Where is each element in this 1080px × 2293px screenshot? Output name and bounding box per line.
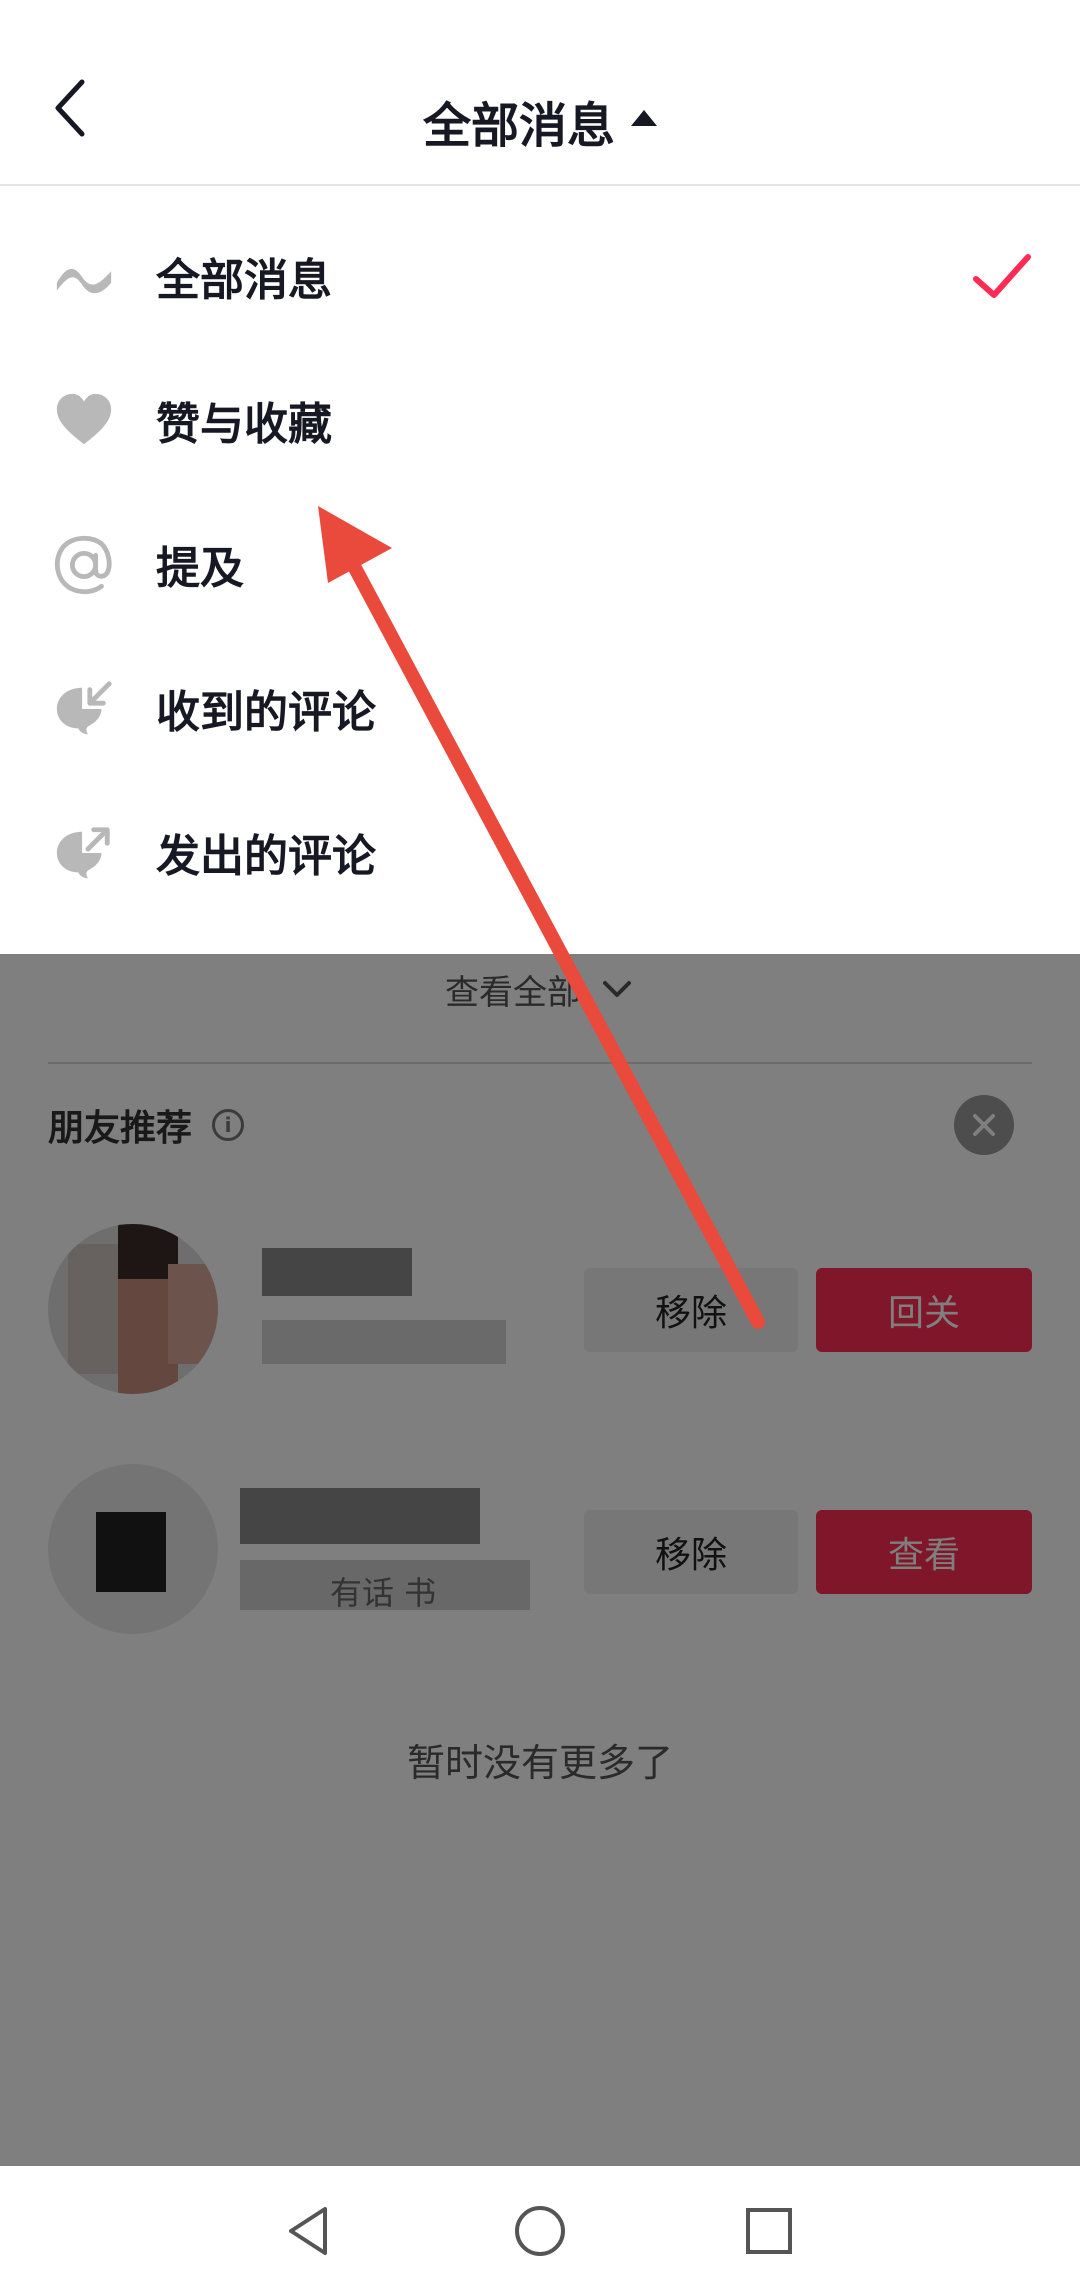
nav-home-button[interactable]	[505, 2196, 575, 2266]
square-recents-icon	[746, 2208, 792, 2254]
check-icon	[973, 254, 1031, 298]
menu-item-label: 发出的评论	[156, 831, 376, 882]
menu-item-label: 提及	[156, 543, 244, 594]
comment-received-icon	[52, 677, 116, 741]
menu-item-label: 全部消息	[156, 255, 332, 306]
menu-item-all-messages[interactable]: 全部消息	[0, 211, 1080, 355]
menu-item-mentions[interactable]: 提及	[0, 499, 1080, 643]
menu-item-likes-favorites[interactable]: 赞与收藏	[0, 355, 1080, 499]
at-icon	[52, 533, 116, 597]
menu-item-label: 赞与收藏	[156, 399, 332, 450]
system-nav-bar	[0, 2166, 1080, 2293]
title-dropdown[interactable]: 全部消息	[0, 86, 1080, 156]
page-title: 全部消息	[422, 98, 615, 154]
heart-icon	[52, 389, 116, 453]
comment-sent-icon	[52, 821, 116, 885]
nav-back-button[interactable]	[274, 2196, 344, 2266]
menu-item-sent-comments[interactable]: 发出的评论	[0, 787, 1080, 931]
caret-up-icon	[631, 110, 657, 126]
menu-item-received-comments[interactable]: 收到的评论	[0, 643, 1080, 787]
dim-overlay[interactable]	[0, 954, 1080, 2166]
menu-item-label: 收到的评论	[156, 687, 376, 738]
triangle-back-icon	[289, 2207, 327, 2255]
wave-icon	[52, 245, 116, 309]
nav-recents-button[interactable]	[734, 2196, 804, 2266]
status-bar	[0, 0, 1080, 16]
header: 全部消息	[0, 16, 1080, 184]
circle-home-icon	[515, 2206, 565, 2256]
message-filter-menu: 全部消息 赞与收藏 提及 收到的评论 发出的评论	[0, 186, 1080, 954]
